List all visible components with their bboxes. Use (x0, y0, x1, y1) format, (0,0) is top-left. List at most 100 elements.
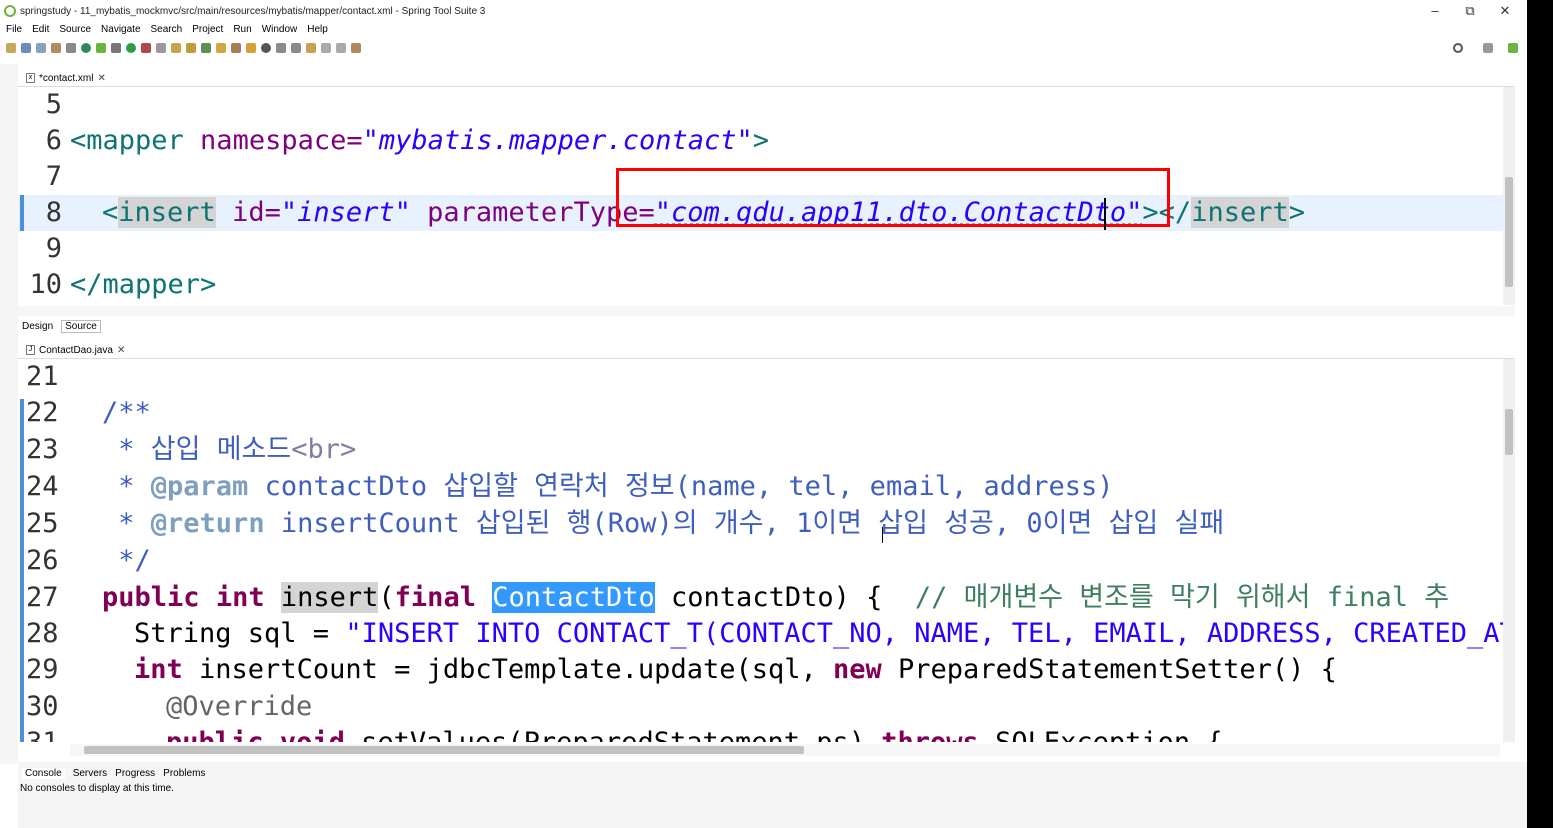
javadoc-tag: @param (150, 471, 249, 502)
new-class-icon[interactable] (201, 43, 211, 53)
close-button[interactable]: ✕ (1490, 2, 1520, 20)
javadoc-tag: @return (150, 508, 265, 539)
java-vertical-scrollbar[interactable] (1503, 359, 1515, 742)
forward-icon[interactable] (336, 43, 346, 53)
open-perspective-icon[interactable] (1483, 43, 1493, 53)
spring-perspective-icon[interactable] (1508, 43, 1518, 53)
search-toolbar-icon[interactable] (261, 43, 271, 53)
tab-label: ContactDao.java (39, 344, 113, 356)
tab-progress[interactable]: Progress (115, 768, 155, 779)
change-marker (20, 399, 24, 742)
debug-icon[interactable] (111, 43, 121, 53)
tab-contactdao-java[interactable]: J ContactDao.java ✕ (22, 342, 130, 358)
minimize-button[interactable]: – (1420, 2, 1450, 20)
line-number: 30 (26, 691, 59, 722)
back-icon[interactable] (321, 43, 331, 53)
server-icon[interactable] (156, 43, 166, 53)
line-number: 8 (45, 197, 62, 228)
right-edge-strip (1527, 0, 1553, 828)
tab-servers[interactable]: Servers (73, 768, 107, 779)
print-icon[interactable] (51, 43, 61, 53)
h-scroll-thumb[interactable] (84, 746, 804, 754)
quick-access-search-icon[interactable] (1453, 43, 1463, 53)
xml-value: "insert" (280, 197, 411, 228)
line-number: 25 (26, 508, 59, 539)
code-text: insertCount = jdbcTemplate.update(sql, (182, 654, 833, 685)
comment-star: * (102, 434, 151, 465)
method-name: insert (280, 582, 379, 613)
scroll-thumb[interactable] (1505, 409, 1513, 455)
line-number: 10 (29, 269, 62, 300)
menu-source[interactable]: Source (59, 24, 91, 35)
scroll-thumb[interactable] (1505, 177, 1513, 287)
task-icon[interactable] (246, 43, 256, 53)
maximize-button[interactable]: ⧉ (1455, 2, 1485, 20)
xml-editor-area[interactable]: 5 6 7 8 9 10 <mapper namespace="mybatis.… (18, 86, 1515, 306)
code-line-26: */ (102, 545, 151, 576)
left-trim (0, 64, 18, 764)
line-number: 23 (26, 434, 59, 465)
terminal-icon[interactable] (66, 43, 76, 53)
code-line-30: @Override (166, 691, 313, 722)
code-line-25: * @return insertCount 삽입된 행(Row)의 개수, 1이… (102, 506, 1224, 542)
java-horizontal-scrollbar[interactable] (70, 744, 1500, 756)
keyword: new (833, 654, 882, 685)
menu-edit[interactable]: Edit (32, 24, 49, 35)
keyword: public (166, 727, 264, 742)
menu-run[interactable]: Run (233, 24, 251, 35)
save-all-icon[interactable] (36, 43, 46, 53)
code-line-10: </mapper> (70, 269, 217, 300)
external-tools-icon[interactable] (141, 43, 151, 53)
save-icon[interactable] (21, 43, 31, 53)
change-marker (20, 195, 24, 231)
comment-text: contactDto 삽입할 연락처 정보(name, tel, email, … (248, 471, 1114, 502)
line-number: 22 (26, 397, 59, 428)
menu-bar: File Edit Source Navigate Search Project… (0, 22, 1527, 36)
tab-contact-xml[interactable]: x *contact.xml ✕ (22, 70, 110, 86)
mouse-ibeam (882, 527, 883, 543)
tab-problems[interactable]: Problems (163, 768, 205, 779)
close-tab-icon[interactable]: ✕ (97, 73, 105, 84)
java-file-icon: J (26, 345, 35, 355)
edit-icon[interactable] (231, 43, 241, 53)
spring-icon[interactable] (96, 43, 106, 53)
comment-html: <br> (291, 434, 357, 465)
new-icon[interactable] (6, 43, 16, 53)
line-comment: // 매개변수 변조를 막기 위해서 final 추 (914, 582, 1450, 613)
xml-vertical-scrollbar[interactable] (1503, 87, 1515, 305)
line-number: 5 (45, 89, 62, 120)
xml-file-icon: x (26, 73, 35, 83)
last-edit-icon[interactable] (306, 43, 316, 53)
run-icon[interactable] (126, 43, 136, 53)
menu-project[interactable]: Project (192, 24, 223, 35)
line-number: 27 (26, 582, 59, 613)
main-toolbar (0, 38, 1527, 58)
menu-help[interactable]: Help (307, 24, 328, 35)
menu-window[interactable]: Window (262, 24, 298, 35)
menu-search[interactable]: Search (151, 24, 183, 35)
code-line-6: <mapper namespace="mybatis.mapper.contac… (70, 123, 769, 159)
pin-icon[interactable] (351, 43, 361, 53)
menu-navigate[interactable]: Navigate (101, 24, 140, 35)
tab-design[interactable]: Design (22, 321, 53, 332)
open-type-icon[interactable] (186, 43, 196, 53)
tab-source[interactable]: Source (61, 319, 101, 333)
code-text: SQLException { (979, 727, 1223, 742)
java-editor-area[interactable]: 21 22 23 24 25 26 27 28 29 30 31 /** * 삽… (18, 358, 1515, 742)
xml-horizontal-scrollbar[interactable] (18, 306, 1515, 316)
keyword: int (215, 582, 265, 613)
code-line-22: /** (102, 397, 151, 428)
line-number: 26 (26, 545, 59, 576)
package-icon[interactable] (171, 43, 181, 53)
keyword: final (394, 582, 476, 613)
console-tabs: Console Servers Progress Problems (22, 765, 213, 781)
annotation-next-icon[interactable] (276, 43, 286, 53)
folder-icon[interactable] (216, 43, 226, 53)
line-number: 7 (45, 161, 62, 192)
close-tab-icon[interactable]: ✕ (117, 345, 125, 356)
menu-file[interactable]: File (6, 24, 22, 35)
boot-run-icon[interactable] (81, 43, 91, 53)
tab-console[interactable]: Console (22, 767, 65, 779)
red-highlight-box (616, 168, 1170, 227)
annotation-prev-icon[interactable] (291, 43, 301, 53)
